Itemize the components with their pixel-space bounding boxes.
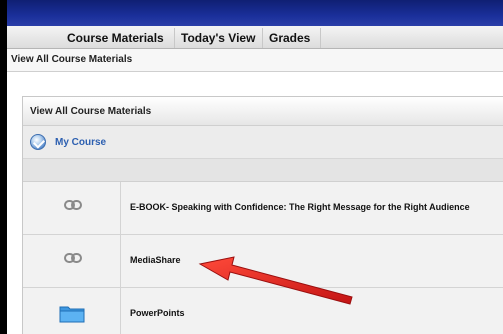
separator-row xyxy=(23,159,503,182)
item-ebook-link[interactable]: E-BOOK- Speaking with Confidence: The Ri… xyxy=(130,202,470,212)
top-banner xyxy=(7,0,503,26)
spacer xyxy=(7,72,503,92)
breadcrumb-bar: View All Course Materials xyxy=(7,49,503,72)
item-icon-cell xyxy=(23,235,121,287)
list-item[interactable]: MediaShare xyxy=(23,235,503,288)
item-powerpoints-link[interactable]: PowerPoints xyxy=(130,308,185,318)
link-icon xyxy=(64,200,82,210)
list-item[interactable]: PowerPoints xyxy=(23,288,503,334)
collapse-circle-icon[interactable] xyxy=(30,134,46,150)
materials-panel: View All Course Materials My Course E-BO… xyxy=(22,96,503,334)
tab-bar: Course Materials Today's View Grades xyxy=(7,26,503,49)
list-item[interactable]: E-BOOK- Speaking with Confidence: The Ri… xyxy=(23,182,503,235)
tab-course-materials[interactable]: Course Materials xyxy=(59,28,175,48)
page-content: Course Materials Today's View Grades Vie… xyxy=(7,26,503,334)
item-icon-cell xyxy=(23,288,121,334)
breadcrumb: View All Course Materials xyxy=(11,54,133,65)
item-icon-cell xyxy=(23,182,121,234)
my-course-link[interactable]: My Course xyxy=(55,137,106,148)
window-frame: Course Materials Today's View Grades Vie… xyxy=(0,0,503,334)
tab-grades[interactable]: Grades xyxy=(263,28,321,48)
link-icon xyxy=(64,253,82,263)
panel-title: View All Course Materials xyxy=(30,106,152,117)
item-mediashare-link[interactable]: MediaShare xyxy=(130,255,181,265)
tab-todays-view[interactable]: Today's View xyxy=(175,28,263,48)
course-row[interactable]: My Course xyxy=(23,126,503,159)
panel-header: View All Course Materials xyxy=(23,97,503,126)
folder-icon xyxy=(59,306,85,323)
